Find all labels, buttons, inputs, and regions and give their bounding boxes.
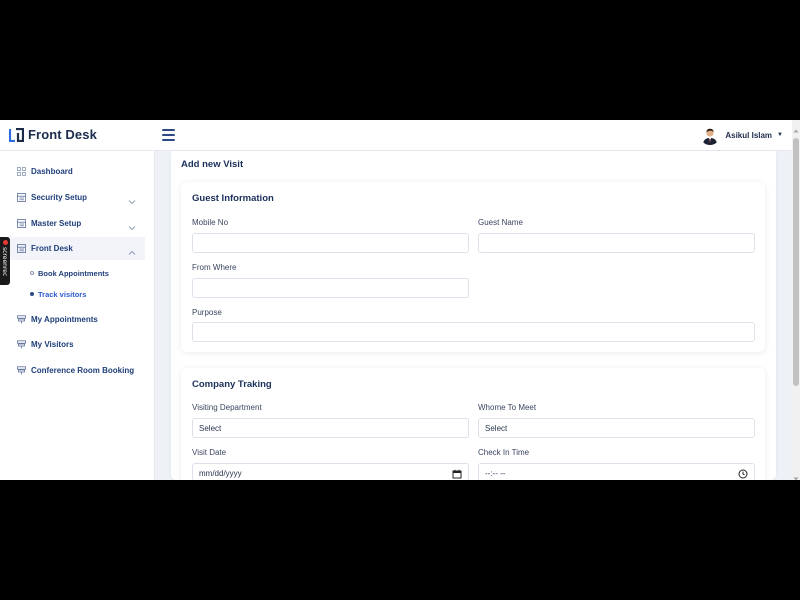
visit-date-input[interactable]: mm/dd/yyyy: [192, 463, 469, 480]
chevron-down-icon: [128, 193, 136, 205]
grid-icon: [17, 167, 26, 176]
from-where-label: From Where: [192, 263, 237, 272]
scroll-down-arrow-icon[interactable]: [793, 470, 799, 480]
avatar: [700, 125, 721, 145]
sidebar-subitem-book-appointments[interactable]: Book Appointments: [30, 265, 109, 281]
brand-logo[interactable]: Front Desk: [8, 127, 97, 142]
sidebar-item-dashboard[interactable]: Dashboard: [0, 160, 145, 183]
caret-down-icon: ▼: [777, 132, 783, 138]
stack-icon: [17, 315, 26, 324]
app-window: Front Desk Asikul Islam ▼ Dashboard Secu…: [0, 120, 800, 480]
whome-to-meet-label: Whome To Meet: [478, 403, 537, 412]
sidebar-item-label: My Appointments: [31, 315, 98, 324]
sidebar-item-front-desk[interactable]: Front Desk: [0, 237, 145, 260]
guest-name-label: Guest Name: [478, 218, 523, 227]
visiting-department-label: Visiting Department: [192, 403, 262, 412]
chevron-down-icon: [128, 219, 136, 231]
visit-date-label: Visit Date: [192, 448, 227, 457]
visit-date-value: mm/dd/yyyy: [199, 468, 242, 478]
circle-filled-icon: [30, 292, 34, 296]
company-tracking-card: Company Traking Visiting Department Sele…: [181, 368, 765, 480]
stack-icon: [17, 340, 26, 349]
sidebar-item-master-setup[interactable]: Master Setup: [0, 212, 145, 235]
sidebar-item-label: Conference Room Booking: [31, 366, 135, 375]
user-menu[interactable]: Asikul Islam ▼: [700, 125, 783, 145]
purpose-field[interactable]: [192, 322, 755, 342]
screen-recorder-label: screenrec: [1, 247, 8, 277]
check-in-time-value: --:-- --: [485, 468, 506, 478]
scroll-up-arrow-icon[interactable]: [793, 122, 799, 133]
guest-information-card: Guest Information Mobile No Guest Name F…: [181, 182, 765, 352]
sidebar-item-label: My Visitors: [31, 340, 74, 349]
sidebar-item-security-setup[interactable]: Security Setup: [0, 186, 145, 209]
screen-recorder-tab[interactable]: screenrec: [0, 237, 10, 285]
sidebar-item-label: Security Setup: [31, 193, 88, 202]
purpose-label: Purpose: [192, 308, 222, 317]
list-icon: [17, 193, 26, 202]
sidebar-item-label: Front Desk: [31, 244, 73, 253]
chevron-up-icon: [128, 244, 136, 255]
sidebar-item-conference-room-booking[interactable]: Conference Room Booking: [0, 359, 145, 382]
sidebar-subitem-label: Book Appointments: [38, 268, 109, 278]
guest-name-field[interactable]: [478, 233, 755, 253]
menu-toggle-icon[interactable]: [162, 129, 175, 141]
list-icon: [17, 219, 26, 228]
page-title: Add new Visit: [181, 159, 244, 170]
sidebar-item-my-appointments[interactable]: My Appointments: [0, 308, 145, 331]
sidebar-item-label: Master Setup: [31, 219, 82, 228]
check-in-time-input[interactable]: --:-- --: [478, 463, 755, 480]
user-name: Asikul Islam: [725, 130, 773, 140]
from-where-field[interactable]: [192, 278, 469, 298]
check-in-time-label: Check In Time: [478, 448, 530, 457]
record-icon: [2, 240, 8, 245]
clock-icon[interactable]: [738, 469, 748, 479]
card-title: Company Traking: [192, 379, 272, 390]
visiting-department-select[interactable]: Select: [192, 418, 469, 438]
calendar-icon[interactable]: [452, 469, 462, 479]
sidebar-subitem-track-visitors[interactable]: Track visitors: [30, 286, 86, 302]
card-title: Guest Information: [192, 193, 274, 204]
sidebar-item-my-visitors[interactable]: My Visitors: [0, 333, 145, 356]
scrollbar-thumb[interactable]: [793, 138, 799, 386]
sidebar: Dashboard Security Setup Master Setup Fr…: [0, 151, 155, 480]
page-scrollbar[interactable]: [792, 120, 800, 480]
sidebar-item-label: Dashboard: [31, 167, 73, 176]
stack-icon: [17, 366, 26, 375]
list-icon: [17, 244, 26, 253]
brand-name: Front Desk: [28, 127, 97, 142]
front-desk-logo-icon: [8, 127, 25, 142]
whome-to-meet-select[interactable]: Select: [478, 418, 755, 438]
sidebar-subitem-label: Track visitors: [38, 289, 87, 299]
mobile-no-field[interactable]: [192, 233, 469, 253]
circle-outline-icon: [30, 271, 34, 275]
top-bar: Front Desk Asikul Islam ▼: [0, 120, 792, 151]
mobile-no-label: Mobile No: [192, 218, 229, 227]
